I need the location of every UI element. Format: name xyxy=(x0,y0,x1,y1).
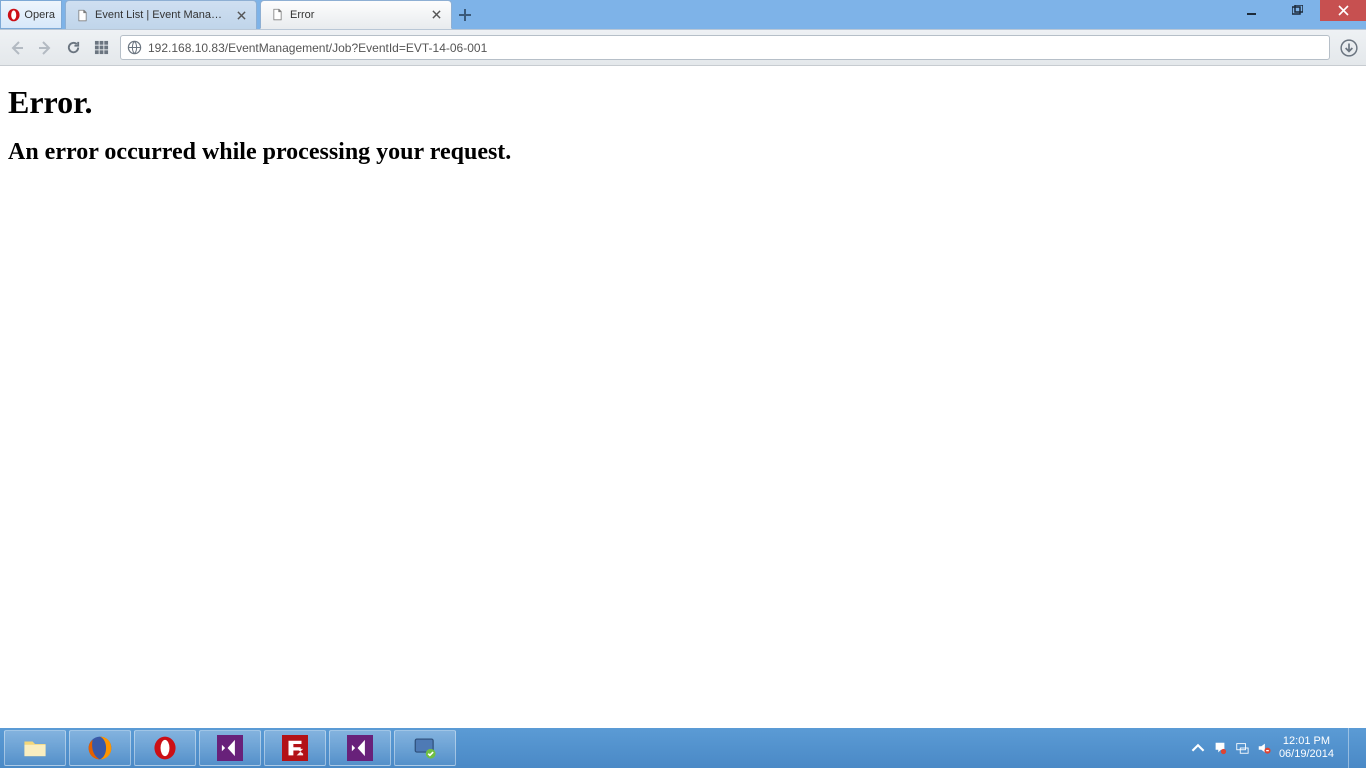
close-icon xyxy=(1338,5,1349,16)
nav-back-button[interactable] xyxy=(8,39,26,57)
taskbar-clock[interactable]: 12:01 PM 06/19/2014 xyxy=(1279,735,1334,761)
arrow-right-icon xyxy=(37,40,53,56)
filezilla-icon xyxy=(282,735,308,761)
network-icon[interactable] xyxy=(1235,741,1249,755)
taskbar-firefox[interactable] xyxy=(69,730,131,766)
new-tab-button[interactable] xyxy=(452,0,478,29)
folder-icon xyxy=(22,735,48,761)
maximize-icon xyxy=(1292,5,1303,16)
error-subheading: An error occurred while processing your … xyxy=(8,139,1358,166)
plus-icon xyxy=(458,8,472,22)
opera-menu-label: Opera xyxy=(24,9,55,21)
windows-taskbar: 12:01 PM 06/19/2014 xyxy=(0,728,1366,768)
taskbar-visual-studio[interactable] xyxy=(199,730,261,766)
tab-close-button[interactable] xyxy=(234,8,248,22)
show-desktop-button[interactable] xyxy=(1348,728,1356,768)
arrow-left-icon xyxy=(9,40,25,56)
taskbar-filezilla[interactable] xyxy=(264,730,326,766)
action-center-icon[interactable] xyxy=(1213,741,1227,755)
opera-icon xyxy=(152,735,178,761)
page-content: Error. An error occurred while processin… xyxy=(0,66,1366,184)
reload-button[interactable] xyxy=(64,39,82,57)
error-heading: Error. xyxy=(8,84,1358,121)
globe-icon xyxy=(127,40,142,55)
close-icon xyxy=(432,10,441,19)
downloads-button[interactable] xyxy=(1340,39,1358,57)
firefox-icon xyxy=(87,735,113,761)
taskbar-remote-desktop[interactable] xyxy=(394,730,456,766)
opera-logo-icon xyxy=(7,7,20,23)
browser-titlebar: Opera Event List | Event Management Erro… xyxy=(0,0,1366,29)
speed-dial-button[interactable] xyxy=(92,39,110,57)
tab-title: Error xyxy=(290,9,423,21)
tab-event-list[interactable]: Event List | Event Management xyxy=(65,0,257,29)
visual-studio-icon xyxy=(347,735,373,761)
tab-error[interactable]: Error xyxy=(260,0,452,29)
address-bar[interactable] xyxy=(120,35,1330,60)
opera-menu-button[interactable]: Opera xyxy=(0,0,62,29)
clock-time: 12:01 PM xyxy=(1279,735,1334,748)
url-input[interactable] xyxy=(148,41,1323,55)
clock-date: 06/19/2014 xyxy=(1279,748,1334,761)
download-icon xyxy=(1340,39,1358,57)
taskbar-explorer[interactable] xyxy=(4,730,66,766)
close-icon xyxy=(237,11,246,20)
page-icon xyxy=(271,8,284,21)
window-minimize-button[interactable] xyxy=(1228,0,1274,21)
volume-icon[interactable] xyxy=(1257,741,1271,755)
taskbar-opera[interactable] xyxy=(134,730,196,766)
visual-studio-icon xyxy=(217,735,243,761)
page-icon xyxy=(76,9,89,22)
tray-overflow-icon[interactable] xyxy=(1191,741,1205,755)
system-tray: 12:01 PM 06/19/2014 xyxy=(1191,728,1362,768)
tab-close-button[interactable] xyxy=(429,8,443,22)
browser-toolbar xyxy=(0,29,1366,66)
nav-forward-button[interactable] xyxy=(36,39,54,57)
taskbar-visual-studio-2[interactable] xyxy=(329,730,391,766)
window-controls xyxy=(1228,0,1366,29)
tab-title: Event List | Event Management xyxy=(95,9,228,21)
reload-icon xyxy=(66,40,81,55)
remote-desktop-icon xyxy=(412,735,438,761)
window-close-button[interactable] xyxy=(1320,0,1366,21)
minimize-icon xyxy=(1246,5,1257,16)
grid-icon xyxy=(94,40,109,55)
window-maximize-button[interactable] xyxy=(1274,0,1320,21)
